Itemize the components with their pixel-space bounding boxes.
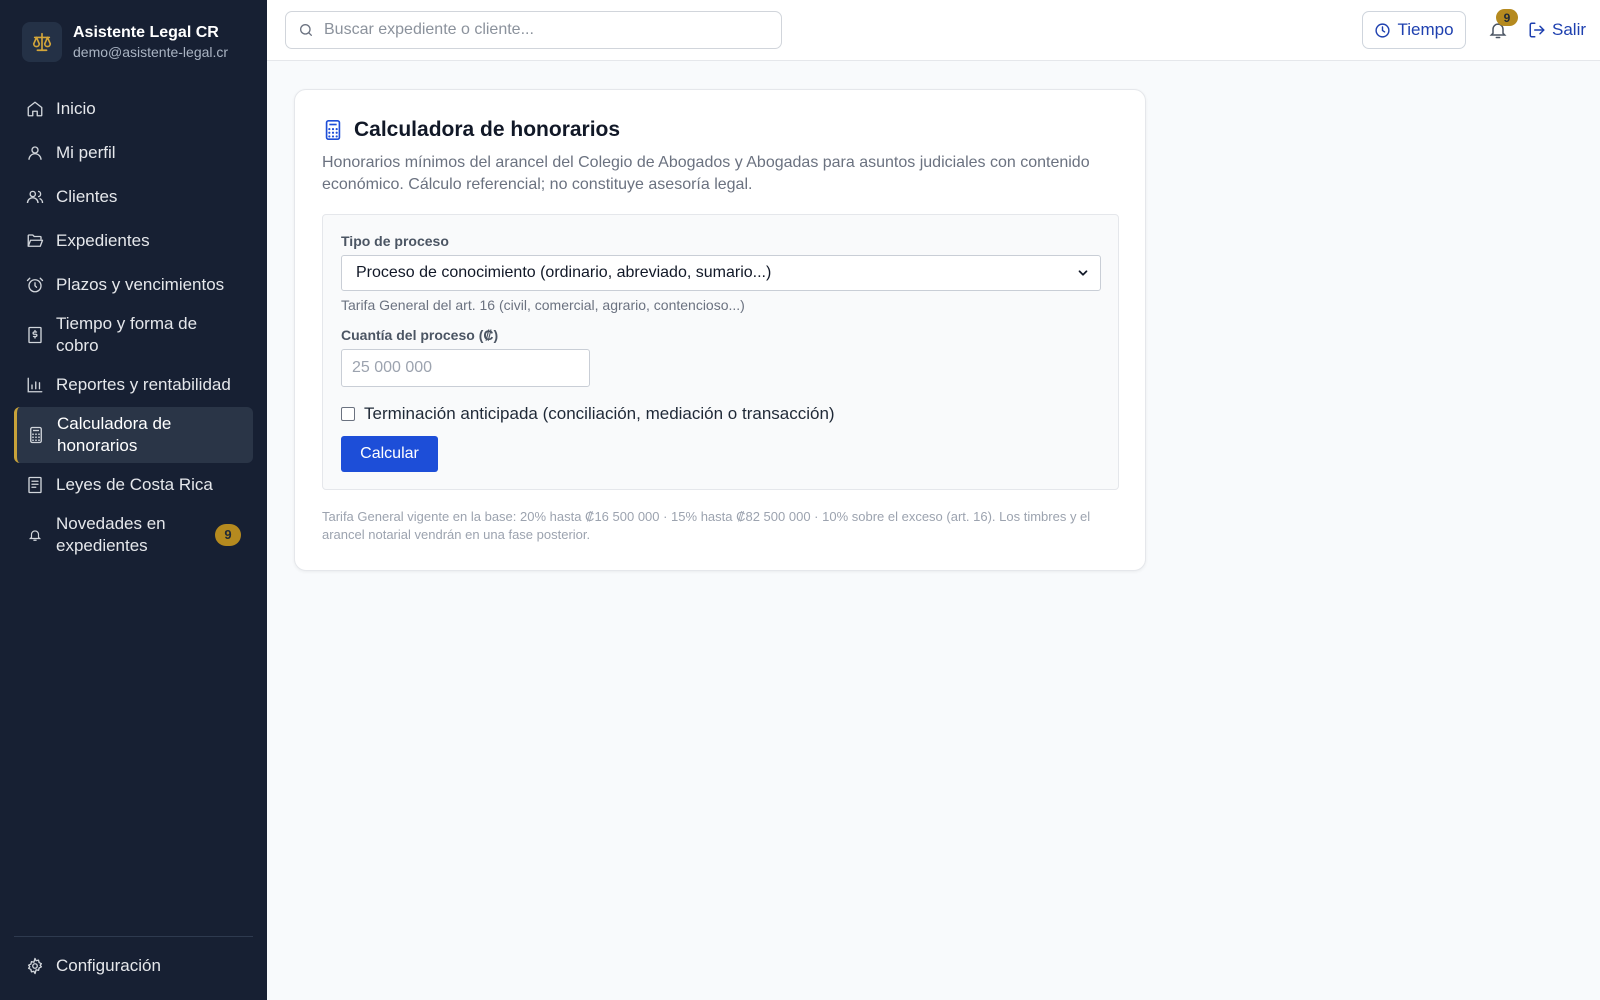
process-type-value: Proceso de conocimiento (ordinario, abre… [356,264,772,281]
folder-open-icon [26,232,44,250]
search-box [285,11,782,49]
early-termination-label: Terminación anticipada (conciliación, me… [364,404,835,423]
brand[interactable]: Asistente Legal CR demo@asistente-legal.… [22,22,228,62]
book-icon [26,476,44,494]
calculator-form: Tipo de proceso Proceso de conocimiento … [322,214,1119,490]
amount-label: Cuantía del proceso (₡) [341,327,499,343]
logout-button[interactable]: Salir [1528,11,1586,49]
sidebar-item-label: Inicio [56,99,96,118]
sidebar-item-plazos[interactable]: Plazos y vencimientos [14,263,253,307]
logout-icon [1528,21,1546,39]
user-icon [26,144,44,162]
sidebar-item-calculadora[interactable]: Calculadora de honorarios [14,407,253,463]
tiempo-button[interactable]: Tiempo [1362,11,1466,49]
sidebar-item-novedades[interactable]: Novedades en expedientes 9 [14,507,253,563]
users-icon [26,188,44,206]
early-termination-checkbox[interactable] [341,407,355,421]
sidebar-item-reportes[interactable]: Reportes y rentabilidad [14,363,253,407]
sidebar-item-label: Configuración [56,956,161,975]
calculator-icon [27,426,45,444]
sidebar-item-clientes[interactable]: Clientes [14,175,253,219]
clock-icon [1374,22,1391,39]
topbar: Tiempo 9 Salir [267,0,1600,61]
notifications-count-badge: 9 [1496,9,1518,26]
search-input[interactable] [324,21,764,39]
logout-label: Salir [1552,20,1587,39]
sidebar-item-tiempo-cobro[interactable]: Tiempo y forma de cobro [14,307,253,363]
sidebar-item-label: Mi perfil [56,143,116,162]
sidebar-item-mi-perfil[interactable]: Mi perfil [14,131,253,175]
brand-title: Asistente Legal CR [73,24,219,41]
brand-email: demo@asistente-legal.cr [73,44,229,60]
chevron-down-icon [1076,266,1090,280]
sidebar-nav: Inicio Mi perfil Clientes Expedientes Pl… [14,87,253,563]
sidebar-divider [14,936,253,937]
sidebar-item-label: Novedades en expedientes [56,514,166,555]
sidebar-item-leyes[interactable]: Leyes de Costa Rica [14,463,253,507]
receipt-icon [26,326,44,344]
calculator-icon [322,119,344,141]
home-icon [26,100,44,118]
process-type-select[interactable]: Proceso de conocimiento (ordinario, abre… [341,255,1101,291]
calculate-button[interactable]: Calcular [341,436,438,472]
gear-icon [26,957,44,975]
sidebar-item-label: Expedientes [56,231,150,250]
tiempo-label: Tiempo [1397,20,1454,39]
sidebar-item-label: Reportes y rentabilidad [56,375,231,394]
sidebar-item-inicio[interactable]: Inicio [14,87,253,131]
sidebar-item-label: Calculadora de honorarios [57,414,172,455]
tariff-footnote: Tarifa General vigente en la base: 20% h… [322,509,1091,542]
process-type-hint: Tarifa General del art. 16 (civil, comer… [341,297,745,313]
scales-icon [22,22,62,62]
sidebar-item-label: Tiempo y forma de cobro [56,314,198,355]
page-title: Calculadora de honorarios [354,118,621,141]
process-type-label: Tipo de proceso [341,233,449,249]
sidebar-item-expedientes[interactable]: Expedientes [14,219,253,263]
alarm-clock-icon [26,276,44,294]
notifications-badge: 9 [215,524,241,546]
sidebar-item-configuracion[interactable]: Configuración [14,944,253,988]
calculator-card: Calculadora de honorarios Honorarios mín… [294,89,1146,571]
page-description: Honorarios mínimos del arancel del Coleg… [322,154,1090,193]
amount-input[interactable] [341,349,590,387]
search-icon [298,22,314,38]
bell-icon [26,526,44,544]
sidebar-item-label: Clientes [56,187,118,206]
sidebar-item-label: Plazos y vencimientos [56,275,225,294]
bar-chart-icon [26,376,44,394]
sidebar-item-label: Leyes de Costa Rica [56,475,213,494]
sidebar: Asistente Legal CR demo@asistente-legal.… [0,0,267,1000]
